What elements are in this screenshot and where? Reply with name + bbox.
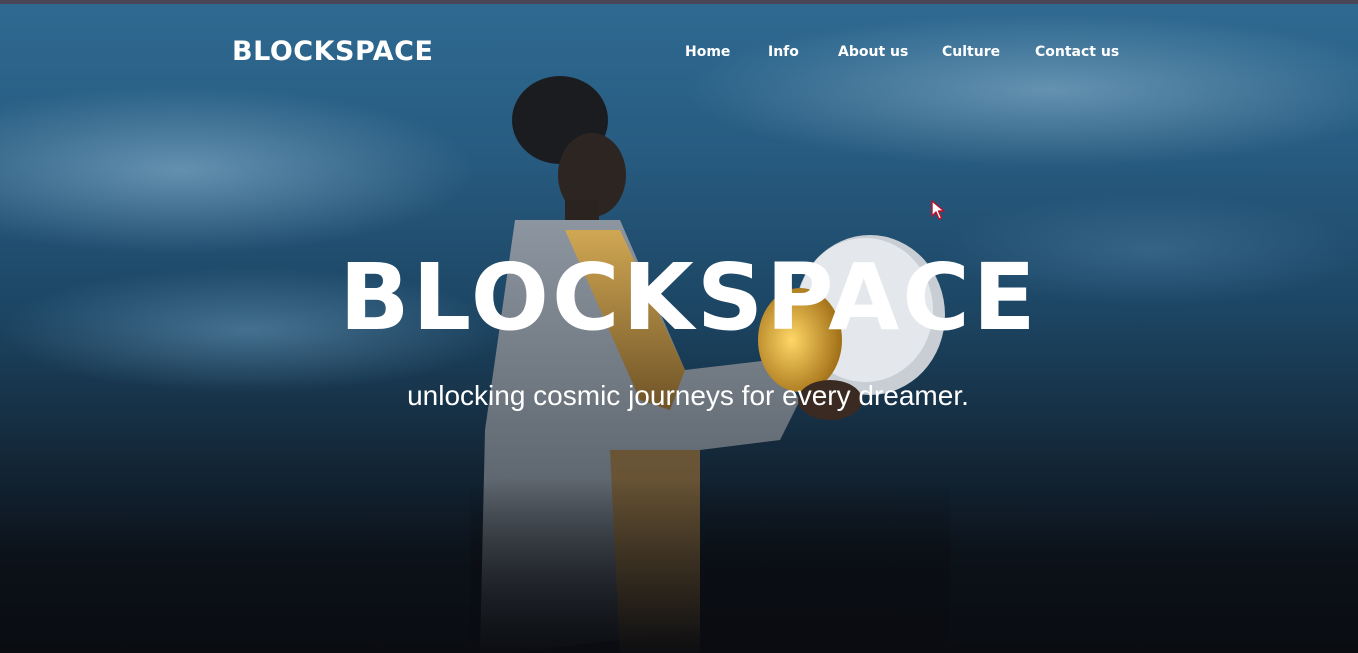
nav-info-link[interactable]: Info (768, 42, 799, 62)
brand-logo[interactable]: BLOCKSPACE (232, 35, 433, 69)
nav-culture-link[interactable]: Culture (942, 42, 1000, 62)
mouse-pointer-icon (931, 200, 945, 220)
top-navigation: BLOCKSPACE Home Info About us Culture Co… (0, 4, 1358, 94)
hero-subtitle: unlocking cosmic journeys for every drea… (407, 380, 969, 411)
astronaut-hero-image (470, 70, 950, 653)
nav-home-link[interactable]: Home (685, 42, 730, 62)
nav-contact-us-link[interactable]: Contact us (1035, 42, 1119, 62)
landing-page: BLOCKSPACE Home Info About us Culture Co… (0, 0, 1358, 653)
nav-about-us-link[interactable]: About us (838, 42, 908, 62)
hero-title: BLOCKSPACE (339, 244, 1039, 351)
